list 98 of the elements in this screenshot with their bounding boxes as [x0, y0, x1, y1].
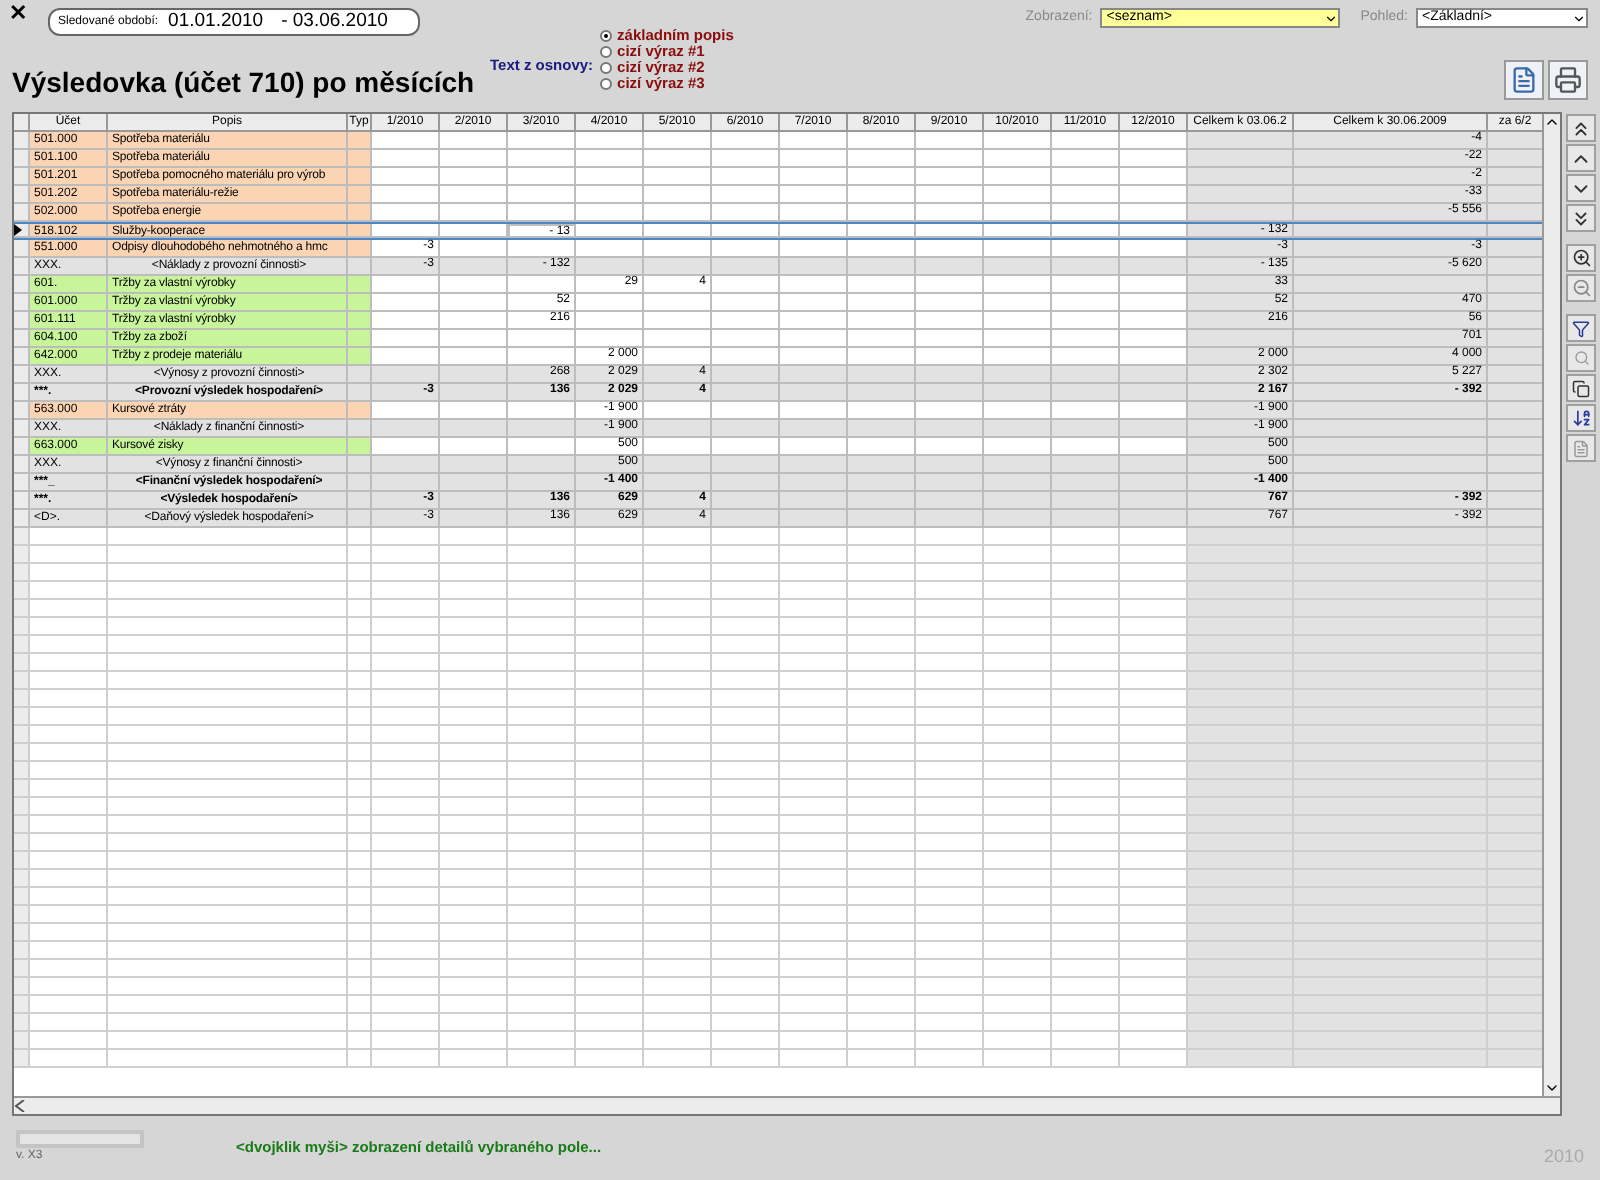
value-cell: [1188, 168, 1294, 186]
type-cell: [348, 420, 372, 438]
row-header-cell[interactable]: [14, 204, 30, 222]
row-header-cell[interactable]: [14, 150, 30, 168]
type-cell: [348, 186, 372, 204]
row-header-cell[interactable]: [14, 168, 30, 186]
value-cell: [1488, 240, 1542, 258]
next-row-button[interactable]: [1566, 174, 1596, 202]
radio-button[interactable]: [599, 62, 612, 74]
type-cell: [348, 492, 372, 510]
zoom-in-button[interactable]: [1566, 244, 1596, 272]
scroll-down-icon[interactable]: [1544, 1080, 1560, 1096]
type-cell: [348, 132, 372, 150]
dropdown-icon: [1572, 11, 1586, 26]
row-header-cell[interactable]: [14, 438, 30, 456]
type-cell: [348, 474, 372, 492]
period-to: - 03.06.2010: [281, 7, 388, 36]
filter-icon: [1572, 319, 1590, 337]
scroll-up-icon[interactable]: [1544, 114, 1560, 130]
type-cell: [348, 294, 372, 312]
row-header-cell[interactable]: [14, 330, 30, 348]
double-chevron-down-icon: [1570, 207, 1592, 229]
value-cell: [1488, 294, 1542, 312]
document-icon: [1510, 65, 1538, 93]
double-chevron-up-icon: [1570, 117, 1592, 139]
row-header-cell[interactable]: [14, 132, 30, 150]
value-cell: [1488, 186, 1542, 204]
value-cell: [1488, 204, 1542, 222]
logo-drawing: [16, 1130, 144, 1148]
value-cell: [1188, 204, 1294, 222]
radio-button[interactable]: [599, 46, 612, 58]
value-cell: [1488, 150, 1542, 168]
row-header-cell[interactable]: [14, 240, 30, 258]
value-cell: [1488, 330, 1542, 348]
row-header-cell[interactable]: [14, 456, 30, 474]
type-cell: [348, 204, 372, 222]
row-header-cell[interactable]: [14, 474, 30, 492]
type-cell: [348, 384, 372, 402]
close-button[interactable]: ✕: [4, 2, 32, 26]
row-header-cell[interactable]: [14, 420, 30, 438]
row-header-cell[interactable]: [14, 294, 30, 312]
row-header-cell[interactable]: [14, 186, 30, 204]
zoom-out-icon: [1571, 278, 1591, 298]
value-cell: [1488, 168, 1542, 186]
dropdown-icon: [1324, 11, 1339, 26]
type-cell: [348, 150, 372, 168]
value-cell: [1488, 276, 1542, 294]
type-cell: [348, 312, 372, 330]
row-header-cell[interactable]: [14, 402, 30, 420]
document-icon: [1572, 439, 1590, 457]
value-cell: [1488, 348, 1542, 366]
type-cell: [348, 258, 372, 276]
previous-row-button[interactable]: [1566, 144, 1596, 172]
value-cell: [1188, 150, 1294, 168]
sort-icon: [1571, 408, 1591, 428]
page-title: Výsledovka (účet 710) po měsících: [12, 66, 477, 98]
row-header-cell[interactable]: [14, 510, 30, 528]
row-header-cell[interactable]: [14, 258, 30, 276]
export-button[interactable]: [1504, 59, 1544, 99]
row-header-cell[interactable]: [14, 348, 30, 366]
row-header-cell[interactable]: [14, 384, 30, 402]
type-cell: [348, 240, 372, 258]
zoom-in-icon: [1571, 248, 1591, 268]
sort-button[interactable]: [1566, 404, 1596, 432]
type-cell: [348, 402, 372, 420]
value-cell: [1188, 186, 1294, 204]
radio-button[interactable]: [599, 30, 612, 42]
horizontal-scrollbar[interactable]: [14, 1096, 1560, 1114]
period-from: 01.01.2010: [168, 7, 264, 36]
value-cell: [1488, 438, 1542, 456]
value-cell: [1488, 312, 1542, 330]
row-header-cell[interactable]: [14, 224, 30, 238]
print-button[interactable]: [1548, 59, 1588, 99]
scroll-left-icon[interactable]: [14, 1100, 26, 1112]
copy-icon: [1572, 379, 1590, 397]
type-cell: [348, 366, 372, 384]
first-row-button[interactable]: [1566, 114, 1596, 142]
row-pointer-icon: [14, 224, 22, 236]
type-cell: [348, 330, 372, 348]
filter-button[interactable]: [1566, 314, 1596, 342]
type-cell: [348, 456, 372, 474]
type-cell: [348, 348, 372, 366]
value-cell: [1488, 402, 1542, 420]
row-header-cell[interactable]: [14, 276, 30, 294]
printer-icon: [1554, 65, 1582, 93]
last-row-button[interactable]: [1566, 204, 1596, 232]
type-cell: [348, 438, 372, 456]
row-header-cell[interactable]: [14, 492, 30, 510]
row-header-cell[interactable]: [14, 312, 30, 330]
search-icon: [1573, 350, 1589, 366]
value-cell: [1188, 330, 1294, 348]
row-header-cell[interactable]: [14, 366, 30, 384]
radio-button[interactable]: [599, 78, 612, 90]
type-cell: [348, 510, 372, 528]
type-cell: [348, 168, 372, 186]
copy-button[interactable]: [1566, 374, 1596, 402]
type-cell: [348, 276, 372, 294]
vertical-scrollbar[interactable]: [1542, 114, 1560, 1096]
